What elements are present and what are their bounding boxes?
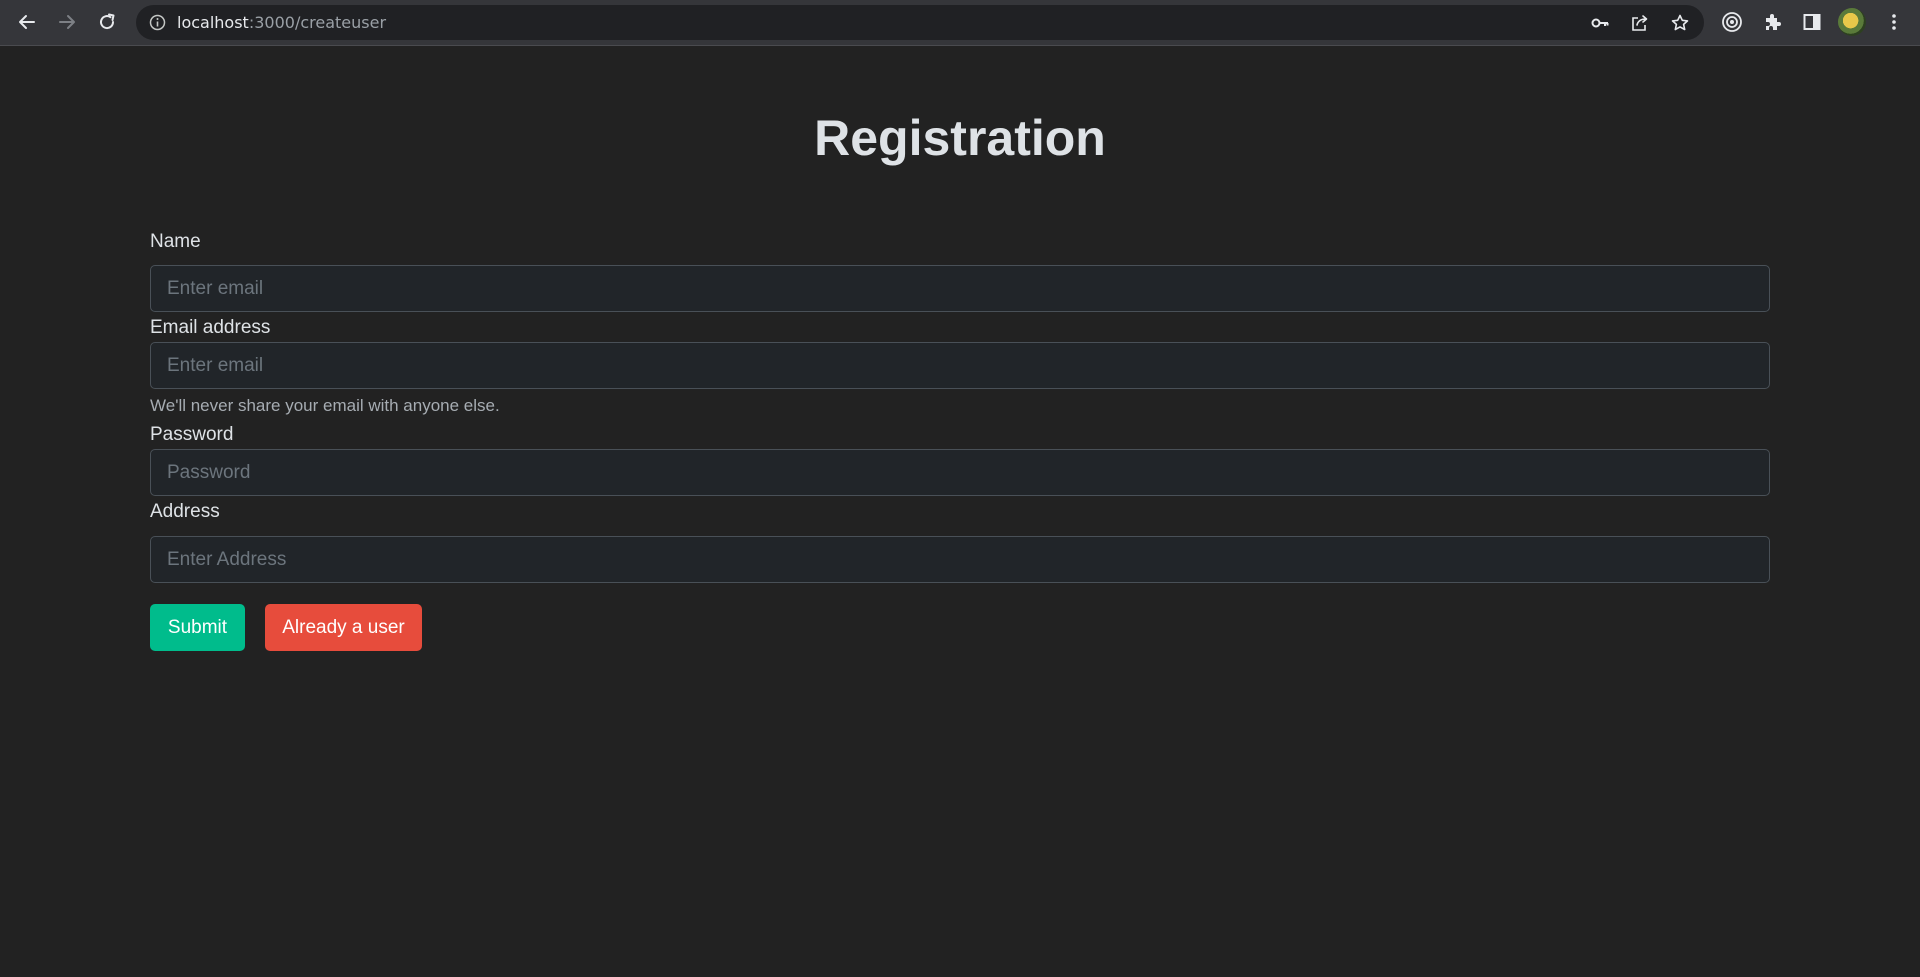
star-icon	[1671, 14, 1689, 31]
reload-button[interactable]	[92, 7, 122, 37]
share-button[interactable]	[1629, 12, 1651, 34]
side-panel-button[interactable]	[1800, 10, 1824, 34]
name-label: Name	[150, 231, 201, 252]
email-input[interactable]	[150, 342, 1770, 389]
email-label: Email address	[150, 317, 271, 338]
back-icon	[19, 15, 35, 29]
password-label: Password	[150, 424, 234, 445]
info-icon[interactable]	[149, 14, 166, 31]
address-input[interactable]	[150, 536, 1770, 583]
menu-button[interactable]	[1882, 10, 1906, 34]
forward-button[interactable]	[52, 7, 82, 37]
extensions-icon	[1766, 14, 1781, 30]
already-user-button[interactable]: Already a user	[265, 604, 422, 651]
extensions-button[interactable]	[1760, 10, 1784, 34]
bookmark-button[interactable]	[1669, 12, 1691, 34]
address-label: Address	[150, 501, 220, 522]
forward-icon	[59, 15, 75, 29]
target-icon	[1722, 12, 1742, 32]
browser-toolbar: localhost:3000/createuser	[0, 0, 1920, 46]
submit-button[interactable]: Submit	[150, 604, 245, 651]
page-content: Registration Name Email address We'll ne…	[0, 46, 1920, 977]
avatar[interactable]	[1838, 8, 1866, 36]
key-icon	[1591, 18, 1609, 28]
name-input[interactable]	[150, 265, 1770, 312]
more-icon	[1892, 14, 1896, 30]
url-text[interactable]: localhost:3000/createuser	[177, 13, 386, 33]
url-host: localhost	[177, 13, 249, 32]
url-path: :3000/createuser	[248, 13, 387, 32]
reload-icon	[100, 13, 115, 30]
email-help-text: We'll never share your email with anyone…	[150, 396, 500, 415]
password-input[interactable]	[150, 449, 1770, 496]
address-bar[interactable]: localhost:3000/createuser	[136, 5, 1704, 40]
side-panel-icon	[1803, 14, 1821, 30]
extension-target-button[interactable]	[1720, 10, 1744, 34]
back-button[interactable]	[12, 7, 42, 37]
password-key-button[interactable]	[1589, 12, 1611, 34]
page-title: Registration	[814, 110, 1106, 166]
share-icon	[1632, 15, 1648, 31]
